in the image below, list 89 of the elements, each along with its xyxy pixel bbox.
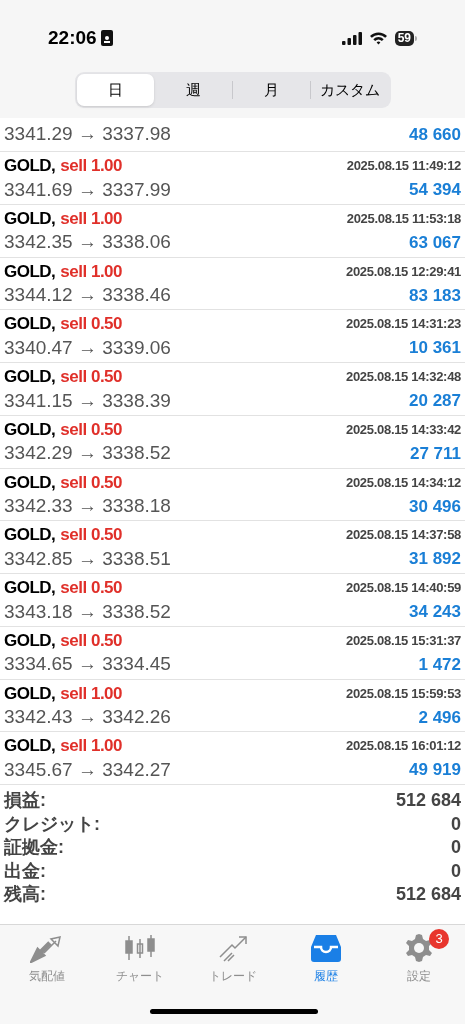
profit-value: 54 394 <box>409 179 461 202</box>
deal-type-label: sell 1.00 <box>60 682 122 705</box>
symbol-label: GOLD, <box>4 471 56 494</box>
price-range: 3343.18 → 3338.52 <box>4 599 171 624</box>
price-range: 3342.33 → 3338.18 <box>4 494 171 519</box>
symbol-label: GOLD, <box>4 735 56 758</box>
deal-time: 2025.08.15 14:31:23 <box>346 315 461 334</box>
period-tab[interactable]: 月 <box>233 74 311 106</box>
symbol-label: GOLD, <box>4 577 56 600</box>
summary-value: 0 <box>451 812 461 836</box>
deal-type-label: sell 0.50 <box>60 418 122 441</box>
symbol-label: GOLD, <box>4 629 56 652</box>
profit-value: 10 361 <box>409 337 461 360</box>
price-range: 3334.65 → 3334.45 <box>4 652 171 677</box>
deal-time: 2025.08.15 11:49:12 <box>346 157 461 176</box>
deal-time: 2025.08.15 14:34:12 <box>346 473 461 492</box>
profit-value: 83 183 <box>409 284 461 307</box>
price-range: 3342.35 → 3338.06 <box>4 230 171 255</box>
deal-time: 2025.08.15 12:29:41 <box>346 262 461 281</box>
tab-bar-item[interactable]: チャート <box>93 933 186 985</box>
profit-value: 30 496 <box>409 495 461 518</box>
price-range: 3345.67 → 3342.27 <box>4 757 171 782</box>
price-range: 3342.85 → 3338.51 <box>4 546 171 571</box>
deal-type-label: sell 1.00 <box>60 260 122 283</box>
period-tab[interactable]: 週 <box>154 74 232 106</box>
summary-value: 512 684 <box>395 789 461 813</box>
deal-time: 2025.08.15 16:01:12 <box>346 737 461 756</box>
profit-value: 1 472 <box>418 653 461 676</box>
deal-type-label: sell 0.50 <box>60 524 122 547</box>
profit-value: 20 287 <box>409 390 461 413</box>
wifi-icon <box>368 31 388 45</box>
id-card-icon <box>100 30 113 46</box>
profit-value: 2 496 <box>418 706 461 729</box>
summary-label: 出金: <box>4 859 46 883</box>
tab-bar-item[interactable]: 気配値 <box>0 933 93 985</box>
diagonal-arrows-icon <box>29 933 64 963</box>
symbol-label: GOLD, <box>4 682 56 705</box>
summary-value: 0 <box>451 859 461 883</box>
price-range: 3340.47 → 3339.06 <box>4 335 171 360</box>
symbol-label: GOLD, <box>4 155 56 178</box>
symbol-label: GOLD, <box>4 418 56 441</box>
deal-type-label: sell 0.50 <box>60 577 122 600</box>
summary-value: 512 684 <box>395 883 461 907</box>
profit-value: 63 067 <box>409 231 461 254</box>
candlestick-icon <box>122 933 157 963</box>
signal-icon <box>341 31 362 45</box>
deal-type-label: sell 0.50 <box>60 471 122 494</box>
deal-time: 2025.08.15 11:53:18 <box>346 209 461 228</box>
summary-value: 0 <box>451 836 461 860</box>
symbol-label: GOLD, <box>4 260 56 283</box>
battery-indicator: 59 <box>394 30 417 46</box>
symbol-label: GOLD, <box>4 366 56 389</box>
deal-time: 2025.08.15 14:40:59 <box>346 579 461 598</box>
deal-type-label: sell 0.50 <box>60 366 122 389</box>
deal-time: 2025.08.15 14:32:48 <box>346 368 461 387</box>
tab-bar-item[interactable]: 履歴 <box>279 933 372 985</box>
symbol-label: GOLD, <box>4 207 56 230</box>
deal-time: 2025.08.15 14:37:58 <box>346 526 461 545</box>
symbol-label: GOLD, <box>4 524 56 547</box>
profit-value: 34 243 <box>409 601 461 624</box>
price-range: 3341.69 → 3337.99 <box>4 177 171 202</box>
summary-label: クレジット: <box>4 812 100 836</box>
deal-time: 2025.08.15 15:31:37 <box>346 631 461 650</box>
price-range: 3341.29 → 3337.98 <box>4 122 171 147</box>
deal-type-label: sell 0.50 <box>60 629 122 652</box>
deal-type-label: sell 1.00 <box>60 155 122 178</box>
price-range: 3342.29 → 3338.52 <box>4 441 171 466</box>
profit-value: 48 660 <box>409 123 461 146</box>
summary-label: 損益: <box>4 789 46 813</box>
clock-time: 22:06 <box>48 25 97 50</box>
price-range: 3341.15 → 3338.39 <box>4 388 171 413</box>
summary-label: 証拠金: <box>4 836 64 860</box>
tab-bar-item[interactable]: トレード <box>186 933 279 985</box>
deal-type-label: sell 1.00 <box>60 735 122 758</box>
profit-value: 49 919 <box>409 759 461 782</box>
profit-value: 31 892 <box>409 548 461 571</box>
deal-time: 2025.08.15 15:59:53 <box>346 684 461 703</box>
inbox-icon <box>308 933 343 963</box>
deal-type-label: sell 1.00 <box>60 207 122 230</box>
price-range: 3344.12 → 3338.46 <box>4 283 171 308</box>
deal-time: 2025.08.15 14:33:42 <box>346 420 461 439</box>
symbol-label: GOLD, <box>4 313 56 336</box>
summary-label: 残高: <box>4 883 46 907</box>
profit-value: 27 711 <box>409 442 461 465</box>
notification-badge: 3 <box>429 929 449 949</box>
price-range: 3342.43 → 3342.26 <box>4 705 171 730</box>
deal-type-label: sell 0.50 <box>60 313 122 336</box>
period-tab[interactable]: カスタム <box>311 74 389 106</box>
period-tab[interactable]: 日 <box>76 74 154 106</box>
